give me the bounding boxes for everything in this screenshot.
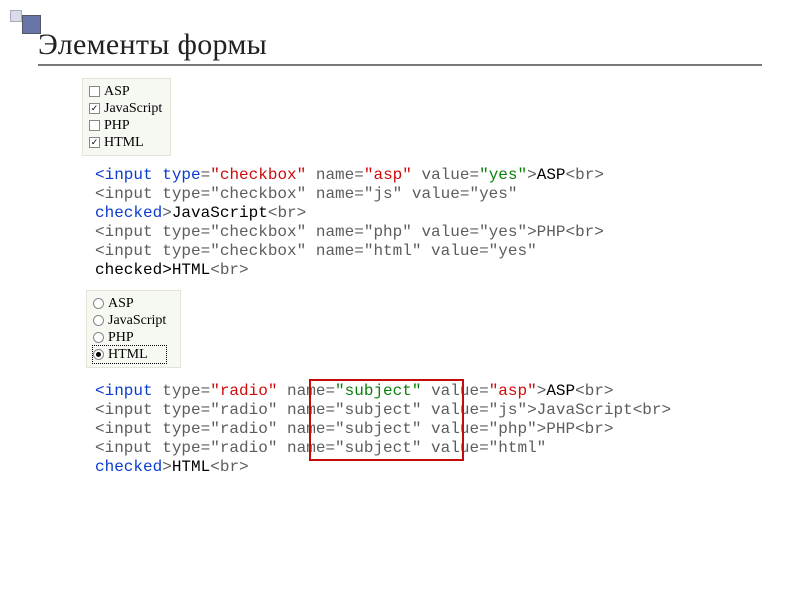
code-token: = — [201, 166, 211, 184]
checkbox-label: HTML — [104, 134, 144, 151]
code-token: <br> — [268, 204, 306, 222]
heading-wrap: Элементы формы — [38, 28, 762, 66]
checkbox-icon[interactable] — [89, 103, 100, 114]
code-token: "radio" — [210, 382, 277, 400]
code-token: value= — [421, 382, 488, 400]
code-token: > — [162, 204, 172, 222]
decor-square-small — [10, 10, 22, 22]
checkbox-row: PHP — [89, 117, 162, 134]
checkbox-row: JavaScript — [89, 100, 162, 117]
code-token: HTML — [172, 458, 210, 476]
checkbox-code-block: <input type="checkbox" name="asp" value=… — [95, 166, 760, 280]
code-token: <input type="radio" name="subject" value… — [95, 439, 546, 457]
code-token: > — [162, 458, 172, 476]
code-token: <input type="checkbox" name="js" value="… — [95, 185, 517, 203]
radio-label: PHP — [108, 329, 134, 346]
code-token: checked — [95, 458, 162, 476]
code-token: "yes" — [479, 166, 527, 184]
code-token: "subject" — [335, 382, 421, 400]
code-token: <input — [95, 382, 153, 400]
code-token: > — [537, 382, 547, 400]
radio-icon[interactable] — [93, 315, 104, 326]
checkbox-icon[interactable] — [89, 120, 100, 131]
radio-icon[interactable] — [93, 349, 104, 360]
checkbox-label: JavaScript — [104, 100, 162, 117]
code-token: > — [527, 166, 537, 184]
checkbox-row: HTML — [89, 134, 162, 151]
code-token: <input type="checkbox" name="html" value… — [95, 242, 537, 260]
checkbox-form-demo: ASP JavaScript PHP HTML — [82, 78, 171, 156]
radio-code-block: <input type="radio" name="subject" value… — [95, 382, 760, 477]
code-token: "asp" — [364, 166, 412, 184]
code-token: <input type="checkbox" name="php" value=… — [95, 223, 604, 241]
checkbox-label: PHP — [104, 117, 130, 134]
radio-label: JavaScript — [108, 312, 166, 329]
checkbox-label: ASP — [104, 83, 130, 100]
code-token: <input type="radio" name="subject" value… — [95, 401, 671, 419]
code-token: type= — [153, 382, 211, 400]
code-token: value= — [412, 166, 479, 184]
code-token: <br> — [210, 458, 248, 476]
slide-title: Элементы формы — [38, 28, 762, 66]
radio-row: ASP — [93, 295, 166, 312]
radio-form-demo: ASP JavaScript PHP HTML — [86, 290, 181, 368]
code-token: "asp" — [489, 382, 537, 400]
radio-label: HTML — [108, 346, 148, 363]
code-token: type — [153, 166, 201, 184]
slide-corner-decor — [10, 10, 41, 34]
code-token: <br> — [210, 261, 248, 279]
slide-content: ASP JavaScript PHP HTML <input type="che… — [80, 78, 760, 477]
checkbox-row: ASP — [89, 83, 162, 100]
radio-icon[interactable] — [93, 332, 104, 343]
code-token: <input — [95, 166, 153, 184]
checkbox-icon[interactable] — [89, 137, 100, 148]
code-token: ASP — [537, 166, 566, 184]
code-token: JavaScript — [172, 204, 268, 222]
code-token: checked>HTML — [95, 261, 210, 279]
code-token: name= — [277, 382, 335, 400]
code-token: <br> — [575, 382, 613, 400]
radio-row: HTML — [93, 346, 166, 363]
code-token: ASP — [546, 382, 575, 400]
radio-icon[interactable] — [93, 298, 104, 309]
code-token: checked — [95, 204, 162, 222]
radio-row: JavaScript — [93, 312, 166, 329]
code-token: <br> — [566, 166, 604, 184]
radio-row: PHP — [93, 329, 166, 346]
code-token: <input type="radio" name="subject" value… — [95, 420, 613, 438]
radio-label: ASP — [108, 295, 134, 312]
checkbox-icon[interactable] — [89, 86, 100, 97]
code-token: "checkbox" — [210, 166, 306, 184]
code-token: name= — [306, 166, 364, 184]
